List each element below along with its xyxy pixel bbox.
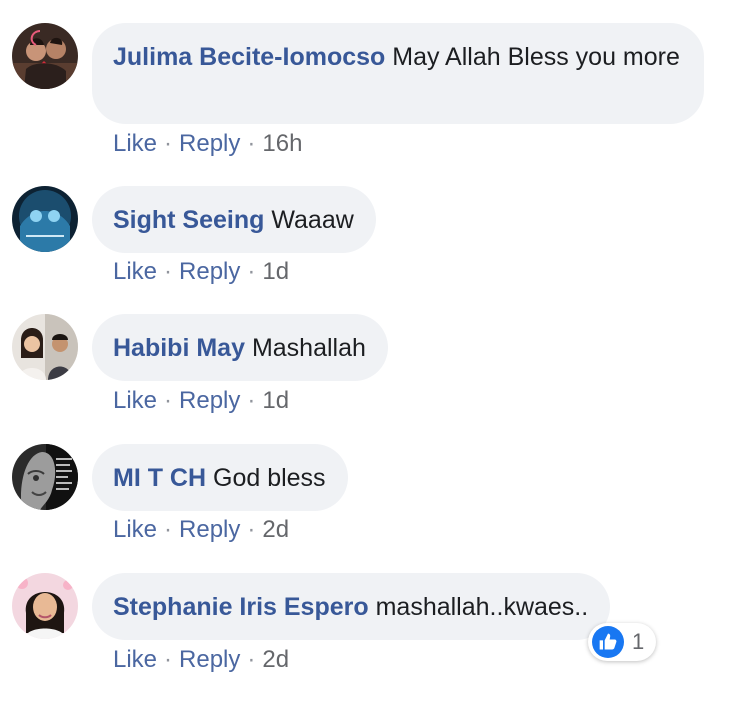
comment-actions: Like · Reply · 2d: [113, 515, 289, 545]
avatar[interactable]: [12, 314, 78, 380]
comment-timestamp[interactable]: 16h: [262, 130, 302, 157]
comment-author-link[interactable]: Julima Becite-Iomocso: [113, 43, 385, 71]
like-link[interactable]: Like: [113, 516, 157, 543]
separator-dot: ·: [247, 130, 256, 157]
separator-dot: ·: [164, 387, 173, 414]
separator-dot: ·: [247, 516, 256, 543]
comment-timestamp[interactable]: 1d: [262, 387, 289, 414]
comment-bubble: MI T CH God bless: [92, 444, 348, 511]
separator-dot: ·: [164, 516, 173, 543]
avatar[interactable]: [12, 444, 78, 510]
comment-bubble: Habibi May Mashallah: [92, 314, 388, 381]
separator-dot: ·: [247, 646, 256, 673]
reply-link[interactable]: Reply: [179, 516, 240, 543]
comment-bubble: Julima Becite-Iomocso May Allah Bless yo…: [92, 23, 704, 124]
reply-link[interactable]: Reply: [179, 387, 240, 414]
comment-text: May Allah Bless you more: [392, 43, 680, 71]
comment-text: Waaaw: [271, 206, 354, 234]
reply-link[interactable]: Reply: [179, 258, 240, 285]
comment-timestamp[interactable]: 2d: [262, 646, 289, 673]
separator-dot: ·: [164, 130, 173, 157]
separator-dot: ·: [164, 646, 173, 673]
comment-text: God bless: [213, 464, 326, 492]
like-link[interactable]: Like: [113, 387, 157, 414]
like-link[interactable]: Like: [113, 258, 157, 285]
comment-actions: Like · Reply · 1d: [113, 386, 289, 416]
separator-dot: ·: [247, 258, 256, 285]
comment-author-link[interactable]: MI T CH: [113, 464, 206, 492]
reply-link[interactable]: Reply: [179, 130, 240, 157]
separator-dot: ·: [247, 387, 256, 414]
comment-text: mashallah..kwaes..: [375, 593, 589, 621]
avatar[interactable]: [12, 573, 78, 639]
comment-actions: Like · Reply · 16h: [113, 129, 302, 159]
avatar[interactable]: [12, 23, 78, 89]
like-link[interactable]: Like: [113, 646, 157, 673]
reply-link[interactable]: Reply: [179, 646, 240, 673]
thumbs-up-icon: [592, 626, 624, 658]
separator-dot: ·: [164, 258, 173, 285]
comment-actions: Like · Reply · 2d: [113, 645, 289, 675]
comment-timestamp[interactable]: 2d: [262, 516, 289, 543]
reaction-count-badge[interactable]: 1: [588, 623, 657, 661]
comment-bubble: Sight Seeing Waaaw: [92, 186, 376, 253]
reaction-count: 1: [632, 629, 645, 654]
comment-author-link[interactable]: Stephanie Iris Espero: [113, 593, 369, 621]
comment-timestamp[interactable]: 1d: [262, 258, 289, 285]
comment-actions: Like · Reply · 1d: [113, 257, 289, 287]
comment-text: Mashallah: [251, 334, 366, 362]
avatar[interactable]: [12, 186, 78, 252]
comment-bubble: Stephanie Iris Espero mashallah..kwaes..: [92, 573, 611, 640]
comment-author-link[interactable]: Sight Seeing: [113, 206, 264, 234]
comment-author-link[interactable]: Habibi May: [113, 334, 245, 362]
like-link[interactable]: Like: [113, 130, 157, 157]
